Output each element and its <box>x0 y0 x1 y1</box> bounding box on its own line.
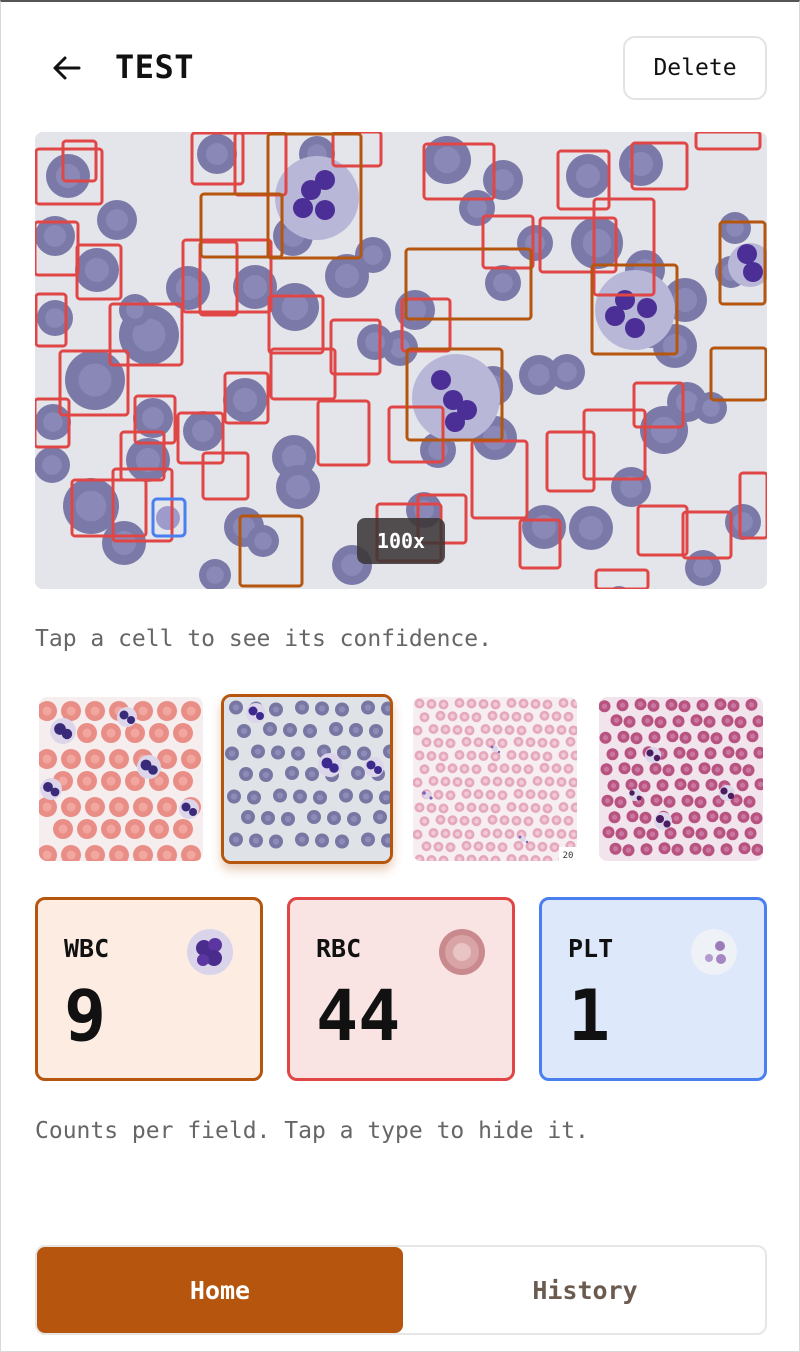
pink-smear-image <box>39 697 203 861</box>
plt-count-card[interactable]: PLT 1 <box>539 897 767 1081</box>
wbc-count-card[interactable]: WBC 9 <box>35 897 263 1081</box>
magnification-badge[interactable]: 100x <box>357 518 445 564</box>
delete-button[interactable]: Delete <box>623 36 767 100</box>
rbc-count: 44 <box>316 975 401 1057</box>
rbc-label: RBC <box>316 934 362 963</box>
pale-smear-image: 20 <box>413 697 577 861</box>
platelet-cell <box>156 506 180 530</box>
platelet-cell-icon <box>691 929 737 975</box>
header: TEST Delete <box>35 36 767 100</box>
counts-note: Counts per field. Tap a type to hide it. <box>35 1118 589 1144</box>
thumbnail-pale-smear[interactable]: 20 <box>413 697 577 861</box>
confidence-hint: Tap a cell to see its confidence. <box>35 626 492 652</box>
rbc-cell-icon <box>439 929 485 975</box>
thumbnail-corner-label: 20 <box>563 851 574 861</box>
tab-home[interactable]: Home <box>37 1247 403 1333</box>
wbc-cell-icon <box>187 929 233 975</box>
tab-history[interactable]: History <box>403 1247 767 1333</box>
smear-viewer[interactable]: 100x <box>35 132 767 589</box>
thumbnail-gray-smear[interactable] <box>221 694 393 864</box>
plt-count: 1 <box>568 975 611 1057</box>
wbc-label: WBC <box>64 934 110 963</box>
magenta-smear-image <box>599 697 763 861</box>
back-button[interactable] <box>49 50 85 86</box>
cell-counts: WBC 9 RBC 44 PLT 1 <box>35 897 767 1081</box>
thumbnail-magenta-smear[interactable] <box>599 697 763 861</box>
app-frame: TEST Delete 100x Tap a cell to see its c… <box>0 0 800 1352</box>
arrow-left-icon <box>53 56 81 80</box>
wbc-count: 9 <box>64 975 107 1057</box>
rbc-count-card[interactable]: RBC 44 <box>287 897 515 1081</box>
gray-smear-image <box>224 697 390 861</box>
sample-thumbnails: 20 <box>35 694 767 864</box>
bottom-tab-bar: Home History <box>35 1245 767 1335</box>
plt-label: PLT <box>568 934 614 963</box>
thumbnail-pink-smear[interactable] <box>39 697 203 861</box>
page-title: TEST <box>115 48 195 86</box>
